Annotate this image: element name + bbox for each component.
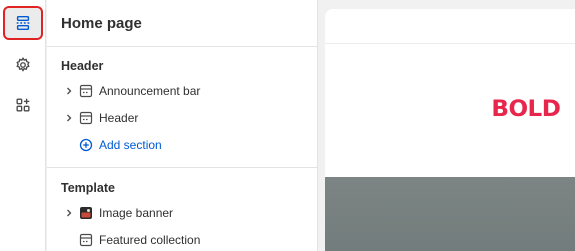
theme-preview: BOLD	[318, 0, 575, 251]
gear-icon	[16, 57, 30, 72]
section-row-header[interactable]: Header	[61, 107, 138, 129]
sections-button[interactable]	[3, 6, 43, 40]
apps-icon	[16, 98, 30, 112]
image-thumbnail-icon	[78, 205, 94, 221]
page-title: Home page	[61, 15, 142, 32]
divider	[47, 46, 318, 47]
section-label: Header	[99, 111, 139, 125]
section-row-image-banner[interactable]: Image banner	[61, 202, 173, 224]
section-label: Image banner	[99, 206, 174, 220]
header-group-title: Header	[61, 59, 104, 73]
app-embeds-button[interactable]	[5, 90, 41, 120]
image-banner-preview[interactable]	[325, 177, 575, 251]
store-logo[interactable]: BOLD	[491, 97, 561, 122]
chevron-right-icon[interactable]	[61, 83, 77, 99]
section-label: Featured collection	[99, 233, 201, 247]
plus-circle-icon	[78, 137, 94, 153]
template-group-title: Template	[61, 181, 115, 195]
sections-panel: Home page Header Announcement bar Header…	[47, 0, 318, 251]
add-section-label: Add section	[99, 138, 162, 152]
icon-rail	[0, 0, 46, 251]
add-section-button[interactable]: Add section	[78, 134, 162, 156]
sections-icon	[16, 15, 30, 31]
announcement-bar-preview[interactable]	[325, 9, 575, 44]
section-icon	[78, 110, 94, 126]
section-icon	[78, 232, 94, 248]
section-icon	[78, 83, 94, 99]
section-label: Announcement bar	[99, 84, 201, 98]
preview-canvas[interactable]: BOLD	[325, 9, 575, 251]
theme-settings-button[interactable]	[5, 50, 41, 80]
section-row-announcement-bar[interactable]: Announcement bar	[61, 80, 200, 102]
chevron-right-icon[interactable]	[61, 110, 77, 126]
chevron-right-icon[interactable]	[61, 205, 77, 221]
divider	[47, 167, 318, 168]
section-row-featured-collection[interactable]: Featured collection	[78, 229, 200, 251]
